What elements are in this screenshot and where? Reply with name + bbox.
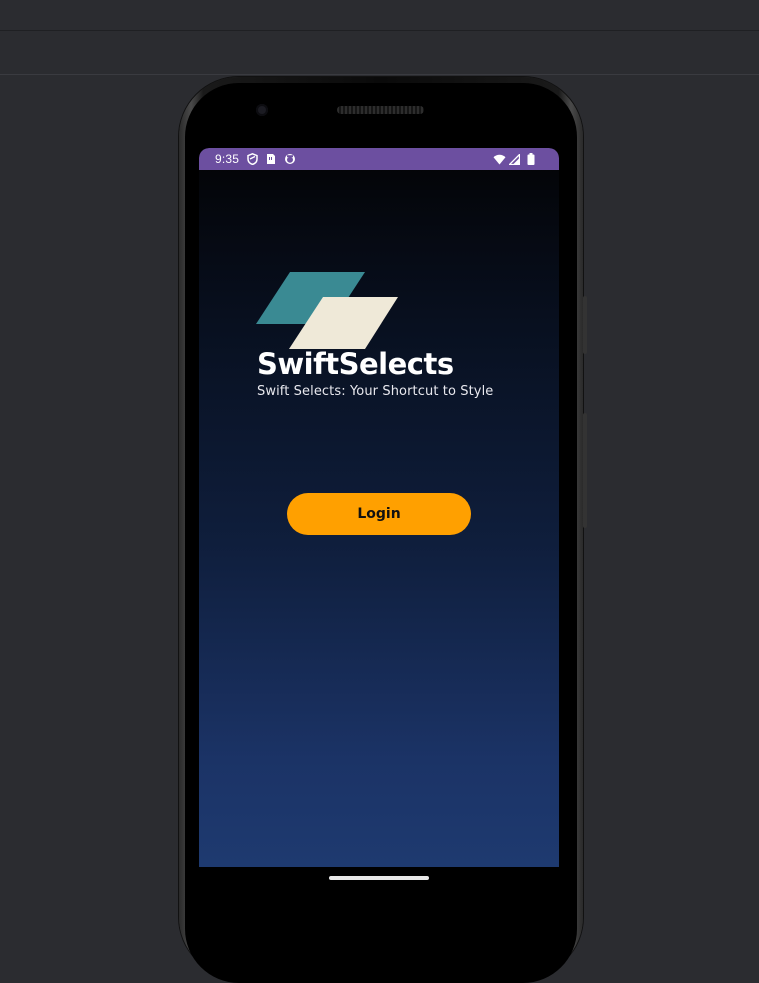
wifi-icon — [493, 154, 506, 164]
ide-title-bar — [0, 0, 759, 31]
status-left-icons — [247, 153, 296, 165]
sim-card-icon — [267, 154, 276, 164]
power-button[interactable] — [583, 296, 587, 354]
brand-name: SwiftSelects — [257, 347, 454, 381]
login-button[interactable]: Login — [287, 493, 471, 535]
battery-icon — [527, 153, 535, 165]
status-bar: 9:35 — [199, 148, 559, 170]
gesture-nav-bar — [199, 867, 559, 897]
front-camera — [256, 104, 268, 116]
face-icon — [285, 154, 296, 164]
volume-button[interactable] — [583, 413, 587, 528]
swiftselects-logo — [256, 272, 398, 349]
earpiece-speaker — [337, 106, 424, 114]
ide-toolbar — [0, 31, 759, 75]
tagline: Swift Selects: Your Shortcut to Style — [257, 384, 494, 399]
shield-icon — [247, 153, 258, 165]
status-time: 9:35 — [215, 152, 240, 166]
status-right-icons — [493, 153, 535, 165]
home-indicator[interactable] — [329, 876, 429, 880]
signal-icon — [509, 153, 520, 165]
app-screen: 9:35 SwiftSelects Swift Selects: Your Sh… — [199, 148, 559, 867]
